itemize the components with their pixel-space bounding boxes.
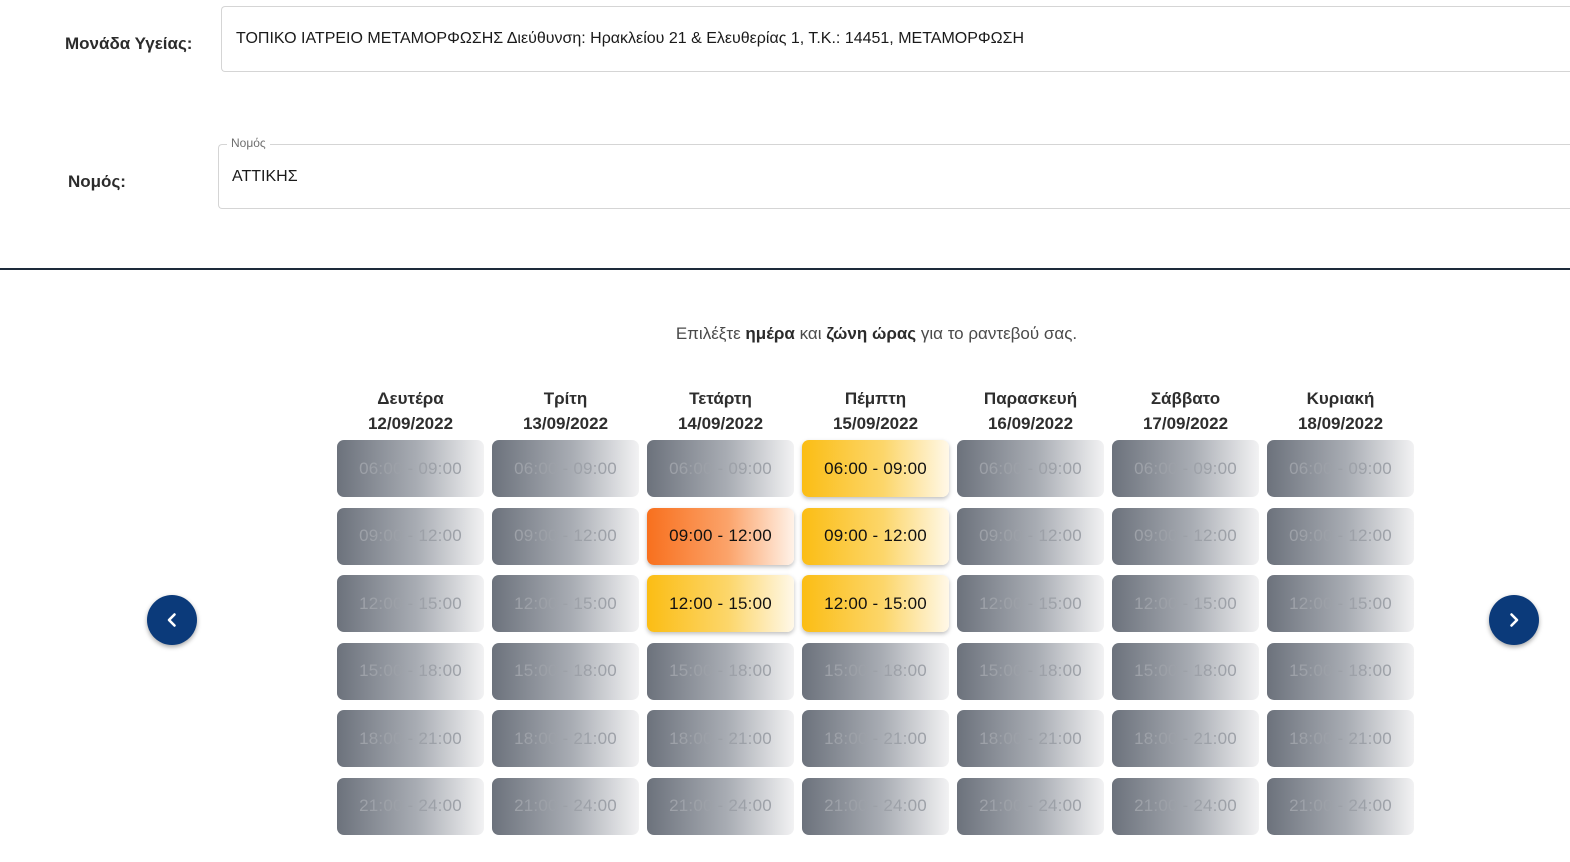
time-slot-button: 21:00 - 24:00	[1112, 777, 1259, 835]
time-slot-button: 09:00 - 12:00	[492, 507, 639, 565]
time-slot-button: 21:00 - 24:00	[1267, 777, 1414, 835]
day-name: Παρασκευή	[983, 389, 1078, 408]
instruction-middle: και	[794, 324, 827, 343]
time-slot-button: 15:00 - 18:00	[337, 642, 484, 700]
day-column: Πέμπτη 15/09/2022 06:00 - 09:00 09:00 - 12:…	[802, 386, 949, 845]
time-slot-button: 12:00 - 15:00	[492, 575, 639, 632]
prefecture-select[interactable]: Νομός ΑΤΤΙΚΗΣ	[218, 136, 1570, 209]
day-header: Κυριακή 18/09/2022	[1267, 386, 1414, 440]
day-date: 17/09/2022	[1142, 414, 1229, 433]
time-slot-button: 15:00 - 18:00	[1112, 642, 1259, 700]
time-slot-button[interactable]: 09:00 - 12:00	[802, 507, 949, 565]
instruction-timezone: ζώνη ώρας	[826, 324, 917, 343]
instruction-day: ημέρα	[745, 324, 795, 343]
prev-week-button[interactable]	[147, 595, 197, 645]
time-slot-button: 09:00 - 12:00	[957, 507, 1104, 565]
prefecture-label: Νομός:	[68, 172, 126, 191]
time-slot-button: 12:00 - 15:00	[337, 575, 484, 632]
day-header: Δευτέρα 12/09/2022	[337, 386, 484, 440]
day-header: Τρίτη 13/09/2022	[492, 386, 639, 440]
time-slot-button: 21:00 - 24:00	[802, 777, 949, 835]
day-date: 16/09/2022	[987, 414, 1074, 433]
day-column: Δευτέρα 12/09/2022 06:00 - 09:00 09:00 - 12…	[337, 386, 484, 845]
section-divider	[0, 268, 1570, 270]
time-slot-button: 12:00 - 15:00	[1112, 575, 1259, 632]
time-slot-button: 06:00 - 09:00	[1267, 440, 1414, 497]
time-slot-button[interactable]: 09:00 - 12:00	[647, 507, 794, 565]
prefecture-floating-label: Νομός	[227, 136, 270, 150]
time-slot-button: 15:00 - 18:00	[1267, 642, 1414, 700]
time-slot-button: 09:00 - 12:00	[337, 507, 484, 565]
day-header: Σάββατο 17/09/2022	[1112, 386, 1259, 440]
time-slot-button: 06:00 - 09:00	[492, 440, 639, 497]
health-unit-value: ΤΟΠΙΚΟ ΙΑΤΡΕΙΟ ΜΕΤΑΜΟΡΦΩΣΗΣ Διεύθυνση: Η…	[236, 30, 1025, 47]
time-slot-button: 15:00 - 18:00	[802, 642, 949, 700]
chevron-left-icon	[167, 613, 176, 627]
time-slot-button: 06:00 - 09:00	[1112, 440, 1259, 497]
time-slot-button: 18:00 - 21:00	[1267, 710, 1414, 767]
time-slot-button: 15:00 - 18:00	[492, 642, 639, 700]
day-name: Τετάρτη	[689, 389, 752, 408]
day-name: Πέμπτη	[844, 389, 907, 408]
time-slot-button[interactable]: 12:00 - 15:00	[802, 575, 949, 632]
time-slot-button[interactable]: 12:00 - 15:00	[647, 575, 794, 632]
time-slot-button: 06:00 - 09:00	[337, 440, 484, 497]
time-slot-button: 15:00 - 18:00	[647, 642, 794, 700]
chevron-right-icon	[1510, 613, 1519, 627]
prefecture-value: ΑΤΤΙΚΗΣ	[232, 167, 298, 185]
time-slot-button: 18:00 - 21:00	[802, 710, 949, 767]
day-header: Τετάρτη 14/09/2022	[647, 386, 794, 440]
time-slot-button: 21:00 - 24:00	[957, 777, 1104, 835]
instruction-prefix: Επιλέξτε	[675, 324, 746, 343]
day-column: Τετάρτη 14/09/2022 06:00 - 09:00 09:00 - 12…	[647, 386, 794, 845]
day-header: Παρασκευή 16/09/2022	[957, 386, 1104, 440]
time-slot-button: 21:00 - 24:00	[337, 777, 484, 835]
time-slot-button: 06:00 - 09:00	[957, 440, 1104, 497]
schedule-grid: Δευτέρα 12/09/2022 06:00 - 09:00 09:00 - 12…	[337, 386, 1414, 845]
day-name: Δευτέρα	[377, 389, 444, 408]
day-date: 18/09/2022	[1297, 414, 1384, 433]
time-slot-button: 06:00 - 09:00	[647, 440, 794, 497]
day-header: Πέμπτη 15/09/2022	[802, 386, 949, 440]
time-slot-button: 18:00 - 21:00	[957, 710, 1104, 767]
next-week-button[interactable]	[1489, 595, 1539, 645]
day-name: Κυριακή	[1306, 389, 1375, 408]
instruction-suffix: για το ραντεβού σας.	[916, 324, 1078, 343]
health-unit-label: Μονάδα Υγείας:	[65, 34, 193, 53]
time-slot-button: 18:00 - 21:00	[492, 710, 639, 767]
time-slot-button: 09:00 - 12:00	[1267, 507, 1414, 565]
time-slot-button[interactable]: 06:00 - 09:00	[802, 440, 949, 497]
instruction-text: Επιλέξτε ημέρα και ζώνη ώρας για το ραντ…	[0, 324, 1570, 344]
day-column: Σάββατο 17/09/2022 06:00 - 09:00 09:00 - 12…	[1112, 386, 1259, 845]
day-name: Τρίτη	[543, 389, 588, 408]
time-slot-button: 21:00 - 24:00	[647, 777, 794, 835]
time-slot-button: 12:00 - 15:00	[957, 575, 1104, 632]
time-slot-button: 18:00 - 21:00	[647, 710, 794, 767]
day-name: Σάββατο	[1150, 389, 1221, 408]
day-column: Παρασκευή 16/09/2022 06:00 - 09:00 09:00 - …	[957, 386, 1104, 845]
day-date: 14/09/2022	[677, 414, 764, 433]
time-slot-button: 21:00 - 24:00	[492, 777, 639, 835]
day-date: 13/09/2022	[522, 414, 609, 433]
time-slot-button: 09:00 - 12:00	[1112, 507, 1259, 565]
time-slot-button: 12:00 - 15:00	[1267, 575, 1414, 632]
time-slot-button: 18:00 - 21:00	[337, 710, 484, 767]
day-column: Κυριακή 18/09/2022 06:00 - 09:00 09:00 - 12…	[1267, 386, 1414, 845]
day-date: 15/09/2022	[832, 414, 919, 433]
health-unit-field[interactable]: ΤΟΠΙΚΟ ΙΑΤΡΕΙΟ ΜΕΤΑΜΟΡΦΩΣΗΣ Διεύθυνση: Η…	[221, 6, 1570, 72]
day-date: 12/09/2022	[367, 414, 454, 433]
day-column: Τρίτη 13/09/2022 06:00 - 09:00 09:00 - 12:0…	[492, 386, 639, 845]
time-slot-button: 18:00 - 21:00	[1112, 710, 1259, 767]
time-slot-button: 15:00 - 18:00	[957, 642, 1104, 700]
